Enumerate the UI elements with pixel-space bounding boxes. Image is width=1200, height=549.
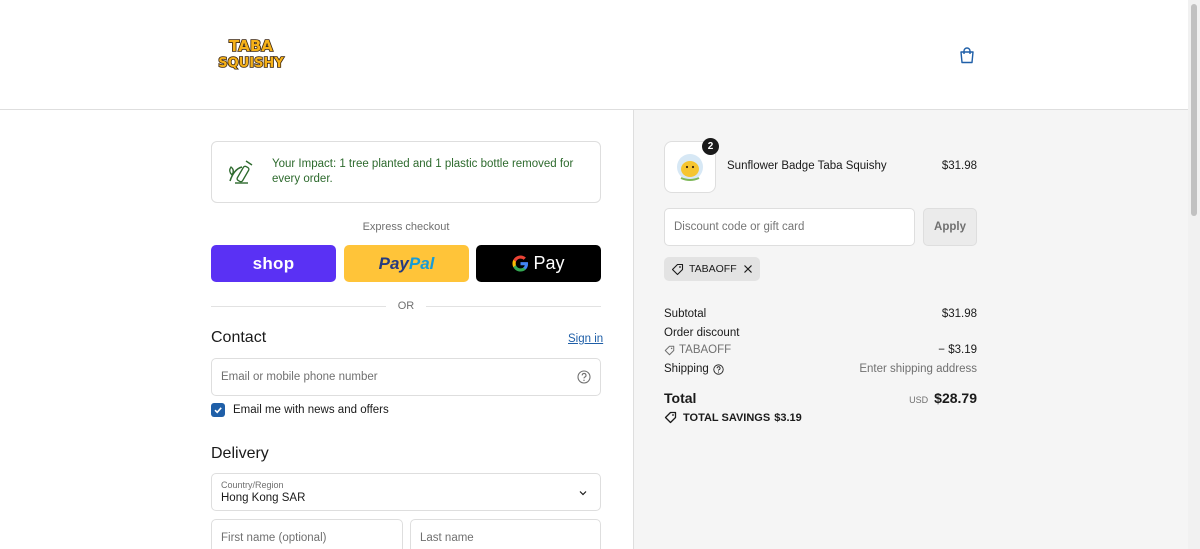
google-pay-label: Pay [533,253,565,273]
quantity-badge: 2 [702,138,719,155]
paypal-label-pay: Pay [378,253,409,273]
discount-field[interactable] [664,208,915,246]
brand-logo[interactable]: TABA SQUISHY [216,34,286,74]
chevron-down-icon [579,491,587,496]
product-price: $31.98 [941,160,977,172]
applied-code-text: TABAOFF [689,263,737,275]
total-currency: USD [909,395,929,405]
newsletter-label: Email me with news and offers [233,404,389,416]
email-input[interactable] [212,359,600,395]
plant-bottle-icon [229,160,253,184]
discount-code-text: TABAOFF [679,344,732,356]
or-divider: OR [211,298,601,314]
shipping-label: Shipping [664,363,709,375]
order-discount-label: Order discount [664,327,740,339]
logo-line-2: SQUISHY [218,56,284,71]
divider-line-right [426,305,601,307]
total-value: USD $28.79 [860,390,977,408]
applied-discount-chip: TABAOFF [664,257,760,281]
cart-button[interactable] [956,44,978,66]
cart-icon [960,46,974,63]
tag-icon [664,411,677,424]
contact-title: Contact [211,329,267,346]
impact-banner: Your Impact: 1 tree planted and 1 plasti… [211,141,601,203]
newsletter-row[interactable]: Email me with news and offers [211,403,389,417]
shipping-row: Shipping [664,363,724,375]
shop-pay-label: shop [252,253,295,273]
last-name-placeholder[interactable]: Last name [420,532,474,544]
google-g-icon [512,255,529,272]
total-amount: $28.79 [934,390,977,406]
delivery-title: Delivery [211,445,269,462]
apply-button[interactable]: Apply [923,208,977,246]
product-name: Sunflower Badge Taba Squishy [727,160,887,172]
paypal-button[interactable]: Pay Pal [344,245,469,282]
sign-in-link[interactable]: Sign in [568,333,603,345]
shipping-value: Enter shipping address [859,363,977,375]
checkmark-icon [214,407,222,414]
last-name-field[interactable]: Last name [410,519,601,549]
express-checkout-label: Express checkout [362,221,450,233]
help-circle-icon[interactable] [713,363,724,375]
savings-value: $3.19 [774,411,802,424]
help-circle-icon[interactable] [577,370,591,384]
page-scrollbar[interactable] [1188,0,1200,549]
country-select[interactable]: Country/Region Hong Kong SAR [211,473,601,511]
savings-label: TOTAL SAVINGS [683,411,771,424]
google-pay-button[interactable]: Pay [476,245,601,282]
tag-icon [671,263,684,275]
country-label: Country/Region [221,480,284,490]
total-label: Total [664,390,697,406]
first-name-placeholder[interactable]: First name (optional) [221,532,326,544]
first-name-field[interactable]: First name (optional) [211,519,403,549]
tag-icon [664,345,675,355]
close-icon[interactable] [743,264,753,274]
site-header: TABA SQUISHY [0,0,1188,110]
country-value: Hong Kong SAR [221,492,306,504]
or-text: OR [397,300,415,312]
divider-line-left [211,305,386,307]
logo-line-1: TABA [229,37,273,55]
email-field[interactable] [211,358,601,396]
discount-code-row: TABAOFF [664,344,731,356]
shop-pay-button[interactable]: shop [211,245,336,282]
scrollbar-thumb[interactable] [1191,4,1197,216]
discount-value: − $3.19 [938,344,977,356]
newsletter-checkbox[interactable] [211,403,225,417]
paypal-label-pal: Pal [408,253,435,273]
subtotal-value: $31.98 [941,308,977,320]
subtotal-label: Subtotal [664,308,707,320]
total-savings: TOTAL SAVINGS $3.19 [664,411,802,424]
impact-text: Your Impact: 1 tree planted and 1 plasti… [272,158,574,185]
discount-input[interactable] [665,209,914,245]
